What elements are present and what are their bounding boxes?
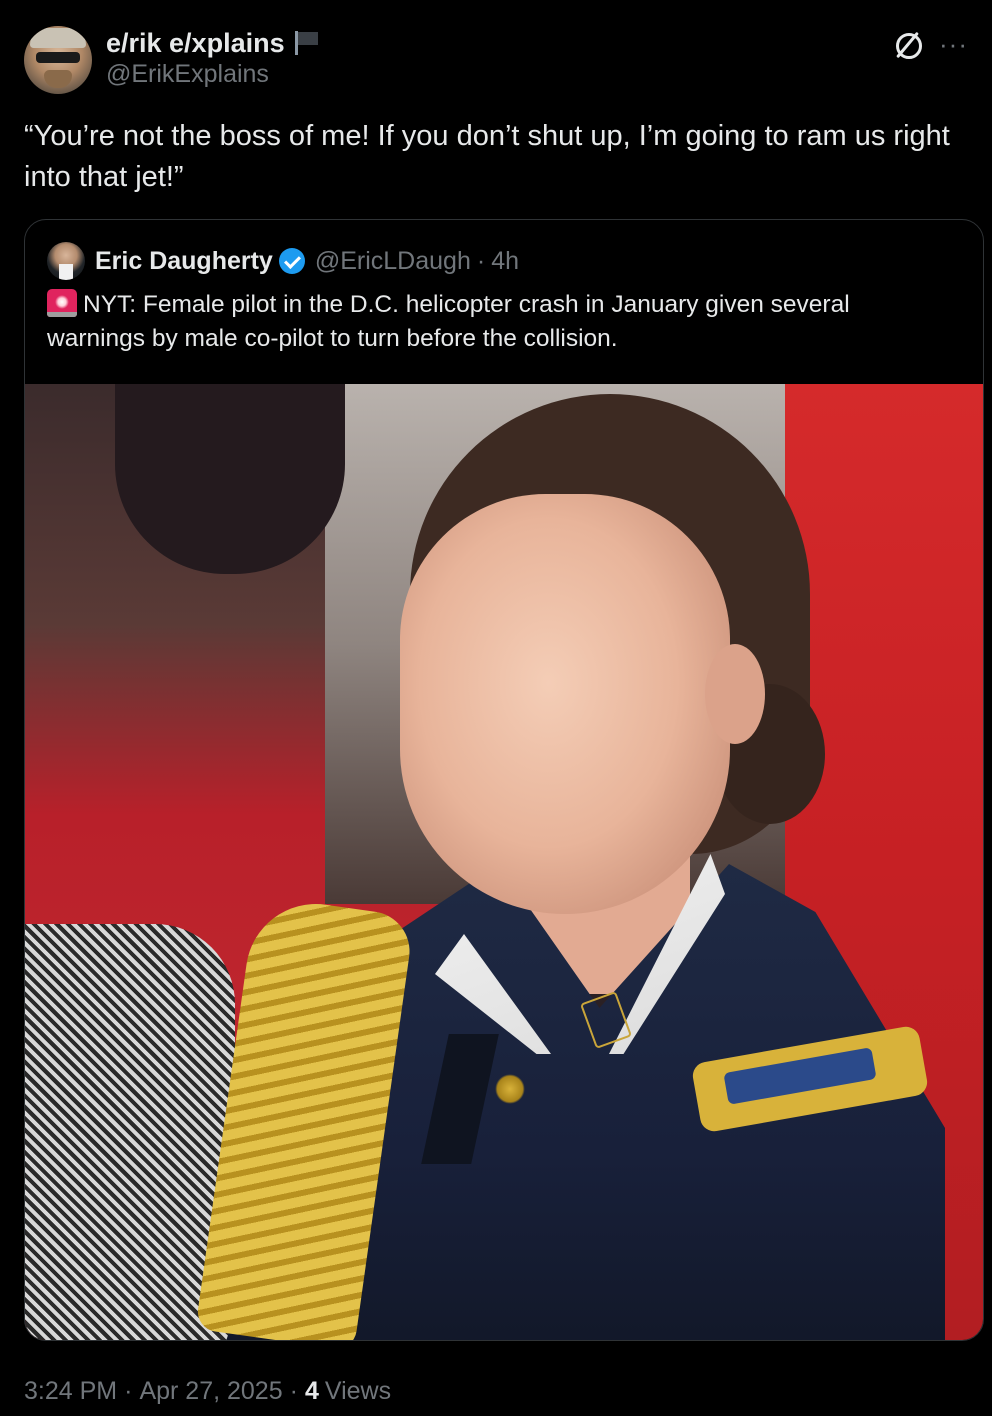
more-icon[interactable]: ··· bbox=[939, 31, 968, 57]
grok-icon[interactable] bbox=[893, 30, 923, 59]
author-display-name[interactable]: e/rik e/xplains bbox=[106, 28, 285, 59]
flag-icon bbox=[293, 31, 319, 55]
quote-author-display-name[interactable]: Eric Daugherty bbox=[95, 247, 273, 276]
quote-photo[interactable] bbox=[25, 384, 983, 1340]
display-name-line: e/rik e/xplains bbox=[106, 26, 319, 60]
quote-separator: · bbox=[476, 246, 486, 275]
photo-face bbox=[400, 494, 730, 914]
quote-avatar-shirt bbox=[59, 264, 73, 280]
tweet-actions: ··· bbox=[893, 30, 968, 59]
quote-time[interactable]: 4h bbox=[491, 247, 519, 276]
author-names: e/rik e/xplains @ErikExplains bbox=[106, 26, 319, 89]
footer-separator: · bbox=[289, 1376, 298, 1405]
photo-branch-insignia bbox=[495, 1074, 525, 1104]
quoted-tweet[interactable]: Eric Daugherty @EricLDaugh · 4h NYT: Fem… bbox=[24, 219, 984, 1341]
views-label: Views bbox=[324, 1376, 392, 1405]
flag-cloth bbox=[297, 32, 318, 45]
tweet-footer: 3:24 PM · Apr 27, 2025 · 4 Views bbox=[24, 1374, 391, 1408]
avatar-hair bbox=[30, 28, 86, 48]
tweet-text: “You’re not the boss of me! If you don’t… bbox=[24, 120, 950, 193]
photo-ear bbox=[705, 644, 765, 744]
quote-author-handle[interactable]: @EricLDaugh bbox=[315, 247, 471, 276]
tweet-date[interactable]: Apr 27, 2025 bbox=[139, 1377, 282, 1406]
verified-icon bbox=[278, 248, 305, 274]
tweet: e/rik e/xplains @ErikExplains ··· “You’r… bbox=[0, 0, 992, 1416]
tweet-time[interactable]: 3:24 PM bbox=[24, 1377, 117, 1406]
footer-separator: · bbox=[124, 1376, 133, 1405]
quote-text-block: NYT: Female pilot in the D.C. helicopter… bbox=[47, 288, 947, 356]
quote-author-avatar[interactable] bbox=[47, 242, 85, 280]
quote-header: Eric Daugherty @EricLDaugh · 4h bbox=[47, 240, 519, 282]
author-handle[interactable]: @ErikExplains bbox=[106, 60, 319, 89]
siren-icon bbox=[47, 289, 77, 317]
views-count: 4 bbox=[304, 1376, 319, 1405]
avatar-glasses bbox=[36, 52, 80, 63]
author-avatar[interactable] bbox=[24, 26, 92, 94]
quote-text: NYT: Female pilot in the D.C. helicopter… bbox=[47, 291, 850, 352]
author-row: e/rik e/xplains @ErikExplains ··· bbox=[24, 26, 968, 94]
avatar-beard bbox=[44, 70, 72, 88]
